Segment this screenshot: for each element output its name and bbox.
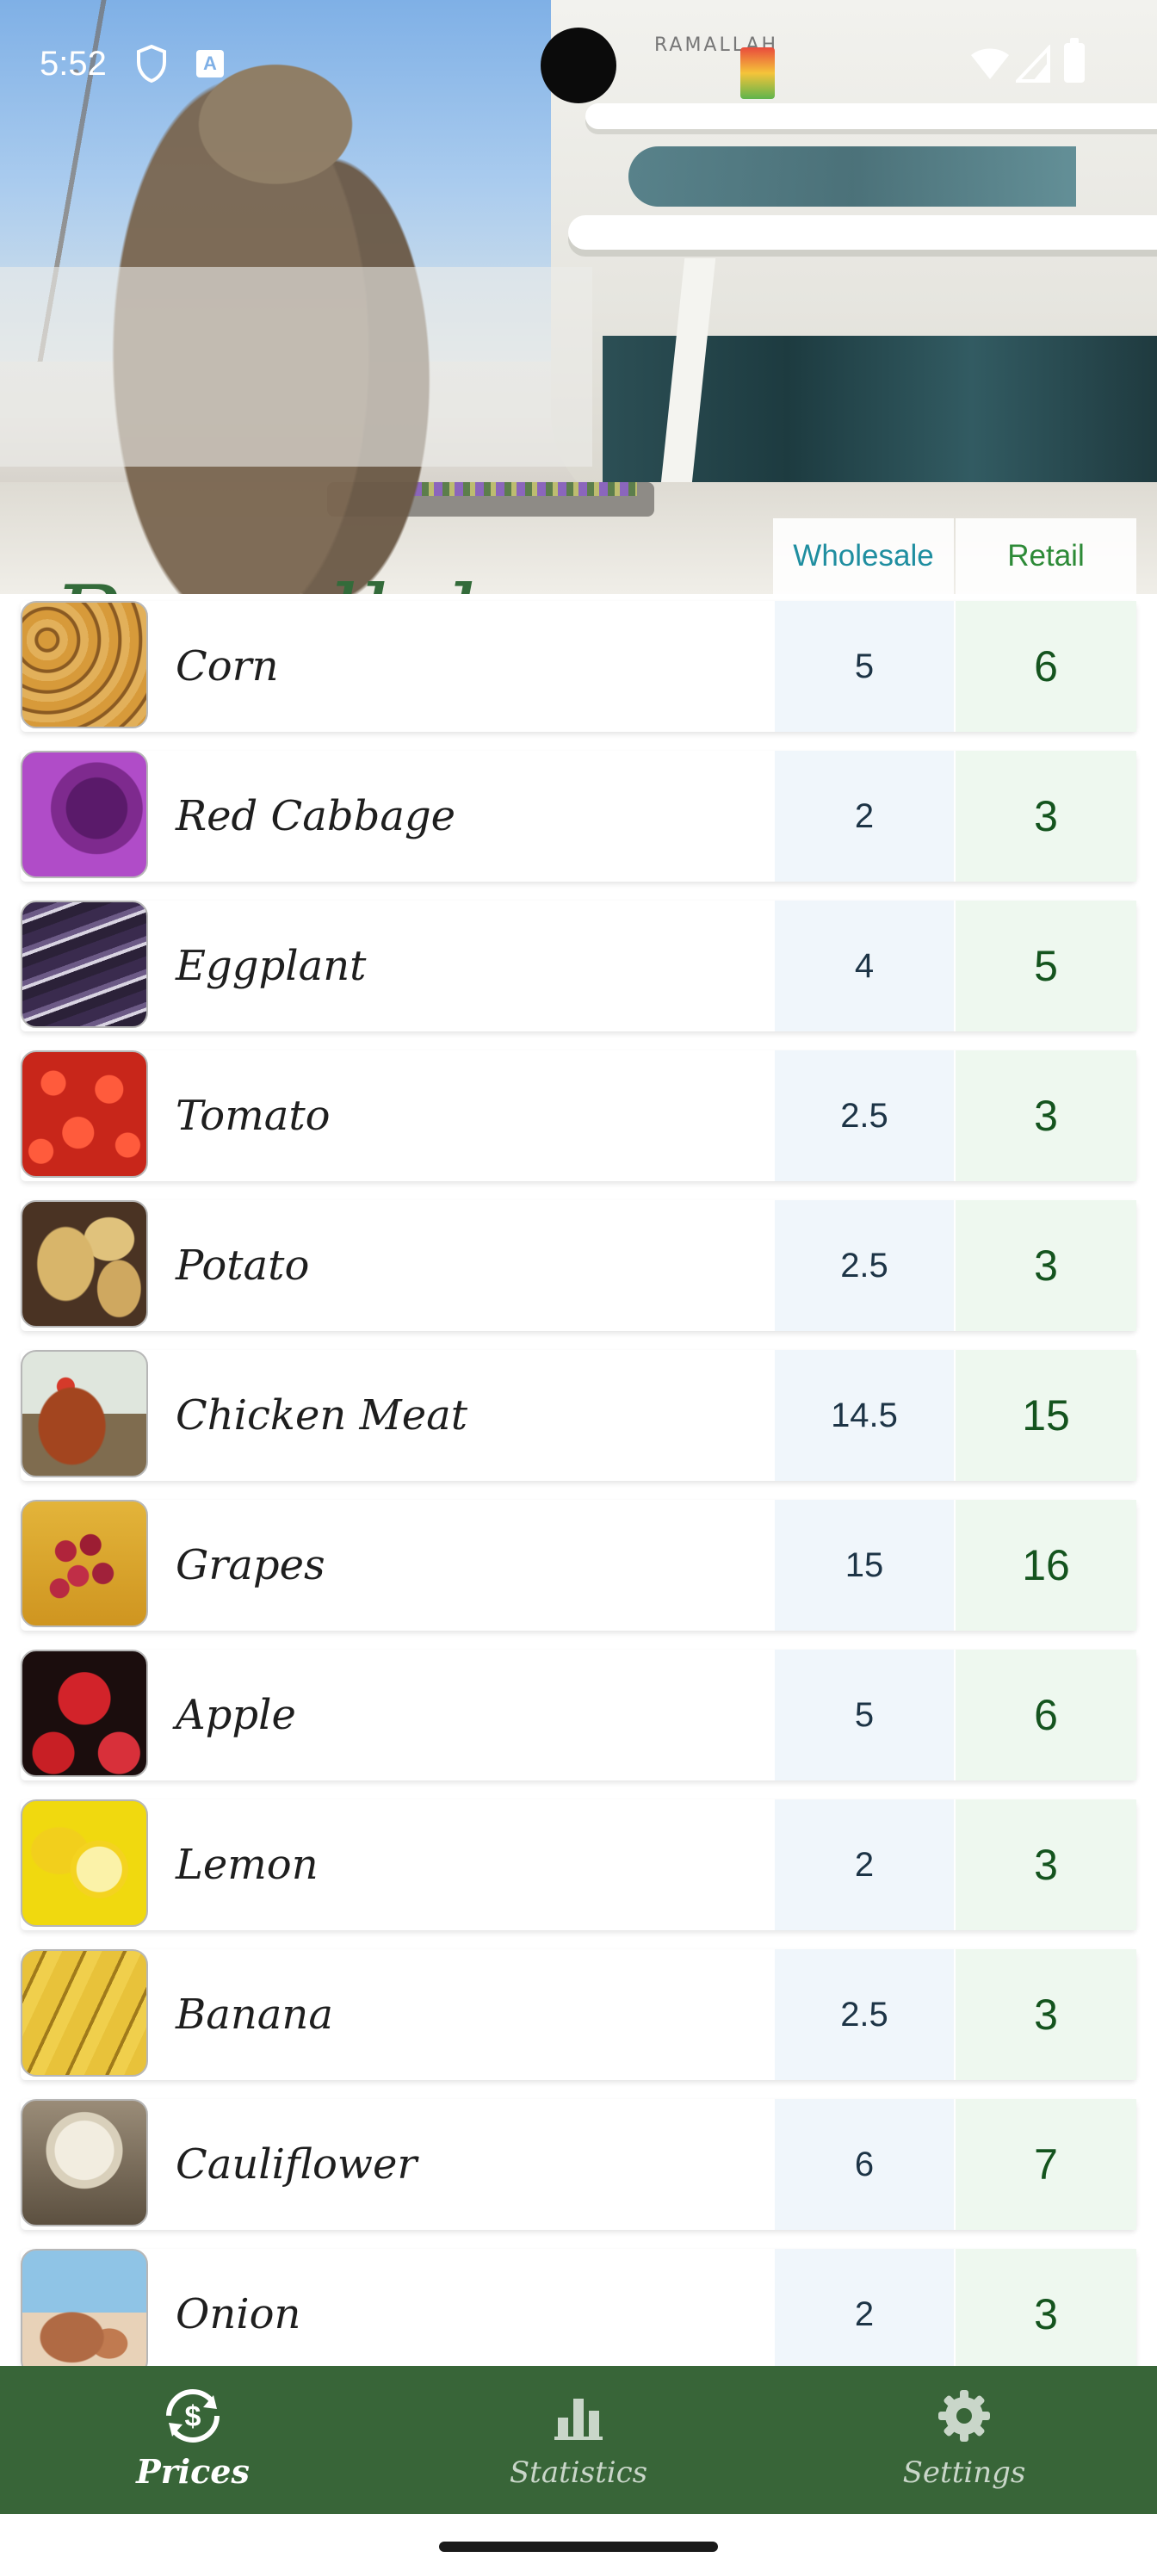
gear-icon <box>938 2390 990 2442</box>
wholesale-price: 2 <box>775 2249 954 2366</box>
item-name: Chicken Meat <box>176 1391 467 1440</box>
list-item[interactable]: Red Cabbage 2 3 <box>21 751 1136 882</box>
wholesale-price: 2 <box>775 751 954 882</box>
city-selector[interactable]: Ramallah <box>0 267 592 594</box>
list-item[interactable]: Banana 2.5 3 <box>21 1949 1136 2080</box>
flowers <box>413 482 637 496</box>
wholesale-price: 5 <box>775 601 954 732</box>
wholesale-price: 15 <box>775 1500 954 1631</box>
bar-chart-icon <box>554 2399 603 2440</box>
wholesale-price: 14.5 <box>775 1350 954 1481</box>
list-item[interactable]: Cauliflower 6 7 <box>21 2099 1136 2230</box>
nav-statistics-label: Statistics <box>509 2455 648 2490</box>
retail-price: 3 <box>956 1200 1136 1331</box>
nav-settings[interactable]: Settings <box>771 2366 1157 2514</box>
item-name: Corn <box>176 642 279 690</box>
item-name: Grapes <box>176 1541 325 1589</box>
status-bar: 5:52 A <box>0 0 1157 131</box>
retail-column-header: Retail <box>956 518 1136 594</box>
item-name: Eggplant <box>176 942 367 990</box>
wholesale-price: 2.5 <box>775 1200 954 1331</box>
item-name: Cauliflower <box>176 2140 418 2189</box>
gesture-area <box>0 2514 1157 2576</box>
potato-image <box>21 1200 148 1328</box>
list-item[interactable]: Grapes 15 16 <box>21 1500 1136 1631</box>
retail-price: 15 <box>956 1350 1136 1481</box>
list-item[interactable]: Tomato 2.5 3 <box>21 1050 1136 1181</box>
city-title: Ramallah <box>53 567 506 594</box>
wholesale-price: 5 <box>775 1650 954 1780</box>
list-item[interactable]: Corn 5 6 <box>21 601 1136 732</box>
lemon-image <box>21 1799 148 1927</box>
nav-settings-label: Settings <box>902 2455 1026 2490</box>
retail-price: 3 <box>956 1050 1136 1181</box>
list-item[interactable]: Apple 5 6 <box>21 1650 1136 1780</box>
grapes-image <box>21 1500 148 1627</box>
wholesale-price: 2.5 <box>775 1949 954 2080</box>
retail-price: 3 <box>956 1949 1136 2080</box>
retail-price: 3 <box>956 1799 1136 1930</box>
retail-price: 3 <box>956 2249 1136 2366</box>
accessibility-a-icon: A <box>196 50 224 77</box>
shield-icon <box>137 45 166 83</box>
wholesale-price: 2 <box>775 1799 954 1930</box>
home-gesture-bar[interactable] <box>439 2542 718 2552</box>
list-item[interactable]: Chicken Meat 14.5 15 <box>21 1350 1136 1481</box>
dollar-exchange-icon: $ <box>166 2389 220 2443</box>
red-cabbage-image <box>21 751 148 878</box>
wholesale-column-header: Wholesale <box>773 518 954 594</box>
list-item[interactable]: Potato 2.5 3 <box>21 1200 1136 1331</box>
status-time: 5:52 <box>40 45 107 83</box>
retail-price: 3 <box>956 751 1136 882</box>
item-name: Banana <box>176 1991 333 2039</box>
retail-price: 5 <box>956 901 1136 1031</box>
list-item[interactable]: Onion 2 3 <box>21 2249 1136 2366</box>
price-list[interactable]: Corn 5 6 Red Cabbage 2 3 Eggplant 4 5 To… <box>0 594 1157 2366</box>
retail-price: 16 <box>956 1500 1136 1631</box>
wholesale-price: 4 <box>775 901 954 1031</box>
wifi-icon <box>971 48 1009 79</box>
bottom-navigation: $ Prices Statistics Settings <box>0 2366 1157 2514</box>
cell-signal-icon <box>1016 45 1050 83</box>
apple-image <box>21 1650 148 1777</box>
list-item[interactable]: Lemon 2 3 <box>21 1799 1136 1930</box>
item-name: Onion <box>176 2290 301 2338</box>
item-name: Apple <box>176 1691 296 1739</box>
item-name: Potato <box>176 1242 310 1290</box>
nav-statistics[interactable]: Statistics <box>386 2366 771 2514</box>
nav-prices-label: Prices <box>136 2452 250 2491</box>
list-item[interactable]: Eggplant 4 5 <box>21 901 1136 1031</box>
nav-prices[interactable]: $ Prices <box>0 2366 386 2514</box>
corn-image <box>21 601 148 728</box>
item-name: Lemon <box>176 1841 319 1889</box>
wholesale-price: 6 <box>775 2099 954 2230</box>
chicken-image <box>21 1350 148 1477</box>
cauliflower-image <box>21 2099 148 2226</box>
retail-price: 6 <box>956 601 1136 732</box>
camera-cutout <box>541 28 616 103</box>
retail-price: 7 <box>956 2099 1136 2230</box>
item-name: Red Cabbage <box>176 792 456 840</box>
eggplant-image <box>21 901 148 1028</box>
banana-image <box>21 1949 148 2077</box>
wholesale-price: 2.5 <box>775 1050 954 1181</box>
svg-text:$: $ <box>185 2400 201 2433</box>
onion-image <box>21 2249 148 2366</box>
retail-price: 6 <box>956 1650 1136 1780</box>
tomato-image <box>21 1050 148 1178</box>
battery-icon <box>1064 38 1085 83</box>
item-name: Tomato <box>176 1092 331 1140</box>
